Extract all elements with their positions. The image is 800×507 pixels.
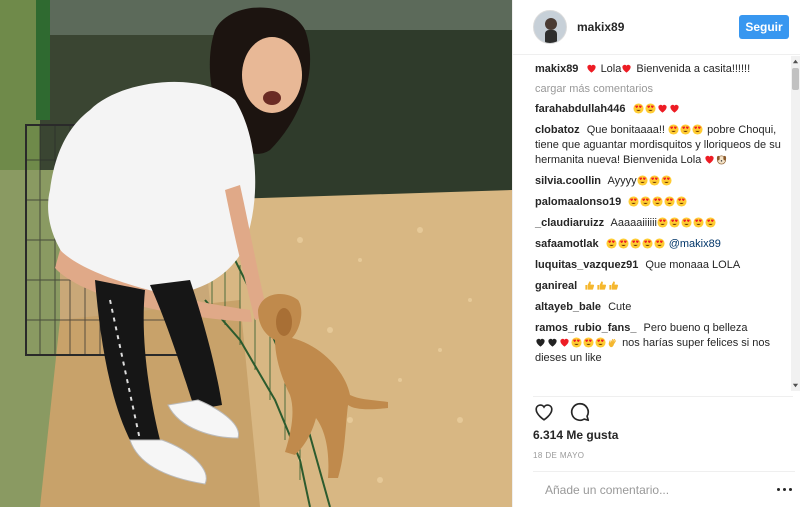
comment-item: palomaalonso19: [535, 195, 785, 210]
instagram-post: makix89 Seguir makix89 Lola Bienvenida a…: [0, 0, 800, 507]
waving-hand-emoji-icon: [608, 338, 617, 348]
comments-scrollbar[interactable]: [791, 56, 800, 391]
comment-item: ganireal: [535, 279, 785, 294]
avatar[interactable]: [533, 10, 567, 44]
scroll-up-arrow-icon[interactable]: [792, 58, 799, 65]
red-heart-icon: [657, 104, 667, 113]
comment-text: Ayyyy: [607, 175, 637, 187]
black-heart-icon: [548, 338, 557, 347]
heart-eyes-emoji-icon: [595, 337, 606, 348]
comment-mention[interactable]: @makix89: [669, 238, 721, 250]
emoji-group: [633, 103, 681, 115]
comment-item: silvia.coollin Ayyyy: [535, 174, 785, 189]
scrollbar-thumb[interactable]: [792, 68, 799, 90]
heart-eyes-emoji-icon: [668, 124, 679, 135]
load-more-comments[interactable]: cargar más comentarios: [535, 83, 785, 95]
comment-input[interactable]: [533, 477, 777, 502]
thumbs-up-emoji-icon: [585, 281, 595, 290]
comment-username[interactable]: palomaalonso19: [535, 196, 621, 208]
add-comment-section: [533, 471, 795, 507]
comment-username[interactable]: ramos_rubio_fans_: [535, 322, 636, 334]
post-header: makix89 Seguir: [513, 0, 800, 55]
thumbs-up-emoji-icon: [597, 281, 607, 290]
comment-username[interactable]: _claudiaruizz: [535, 217, 604, 229]
scroll-down-arrow-icon[interactable]: [792, 382, 799, 389]
comment-username[interactable]: safaamotlak: [535, 238, 599, 250]
comment-username[interactable]: luquitas_vazquez91: [535, 259, 638, 271]
heart-eyes-emoji-icon: [661, 175, 672, 186]
avatar-image: [534, 11, 566, 43]
photo-illustration: [0, 0, 512, 507]
comments-list[interactable]: makix89 Lola Bienvenida a casita!!!!!! c…: [513, 62, 793, 388]
caption: makix89 Lola Bienvenida a casita!!!!!!: [535, 62, 785, 77]
comment-username[interactable]: altayeb_bale: [535, 301, 601, 313]
heart-eyes-emoji-icon: [583, 337, 594, 348]
heart-eyes-emoji-icon: [676, 196, 687, 207]
red-heart-icon: [586, 64, 596, 73]
heart-eyes-emoji-icon: [642, 238, 653, 249]
heart-eyes-emoji-icon: [692, 124, 703, 135]
comment-text: Que monaaa LOLA: [645, 259, 741, 271]
comment-username[interactable]: clobatoz: [535, 124, 580, 136]
heart-eyes-emoji-icon: [649, 175, 660, 186]
comment-username[interactable]: farahabdullah446: [535, 103, 625, 115]
heart-eyes-emoji-icon: [618, 238, 629, 249]
heart-eyes-emoji-icon: [637, 175, 648, 186]
comment-item: clobatoz Que bonitaaaa!! pobre Choqui, t…: [535, 123, 785, 168]
comment-text: Pero bueno q belleza: [643, 322, 748, 334]
heart-eyes-emoji-icon: [633, 103, 644, 114]
caption-text-a: Lola: [600, 63, 622, 75]
comment-username[interactable]: ganireal: [535, 280, 577, 292]
red-heart-icon: [705, 155, 715, 164]
comment-text: Aaaaaiiiiii: [610, 217, 658, 229]
heart-eyes-emoji-icon: [681, 217, 692, 228]
more-icon[interactable]: [777, 485, 795, 495]
comment-icon[interactable]: [569, 401, 591, 423]
thumbs-up-emoji-icon: [609, 281, 619, 290]
red-heart-icon: [622, 64, 631, 73]
comment-text: Cute: [608, 301, 632, 313]
heart-eyes-emoji-icon: [680, 124, 691, 135]
comment-text: Que bonitaaaa!!: [586, 124, 665, 136]
comment-item: ramos_rubio_fans_ Pero bueno q belleza n…: [535, 321, 785, 366]
comment-item: safaamotlak @makix89: [535, 237, 785, 252]
heart-eyes-emoji-icon: [606, 238, 617, 249]
heart-eyes-emoji-icon: [640, 196, 651, 207]
red-heart-icon: [669, 104, 679, 113]
comment-item: farahabdullah446: [535, 102, 785, 117]
heart-eyes-emoji-icon: [654, 238, 665, 249]
red-heart-icon: [560, 338, 569, 347]
heart-eyes-emoji-icon: [630, 238, 641, 249]
caption-username[interactable]: makix89: [535, 63, 578, 75]
post-actions: [533, 396, 793, 424]
comment-item: luquitas_vazquez91 Que monaaa LOLA: [535, 258, 785, 273]
comment-item: altayeb_bale Cute: [535, 300, 785, 315]
heart-eyes-emoji-icon: [664, 196, 675, 207]
heart-eyes-emoji-icon: [652, 196, 663, 207]
comment-username[interactable]: silvia.coollin: [535, 175, 601, 187]
black-heart-icon: [536, 338, 545, 347]
comment-item: _claudiaruizz Aaaaaiiiiii: [535, 216, 785, 231]
dog-face-emoji-icon: [717, 155, 727, 165]
heart-eyes-emoji-icon: [571, 337, 582, 348]
heart-eyes-emoji-icon: [645, 103, 656, 114]
header-username[interactable]: makix89: [577, 20, 739, 34]
follow-button[interactable]: Seguir: [739, 15, 789, 39]
heart-eyes-emoji-icon: [628, 196, 639, 207]
heart-eyes-emoji-icon: [693, 217, 704, 228]
caption-text-b: Bienvenida a casita!!!!!!: [636, 63, 751, 75]
heart-eyes-emoji-icon: [669, 217, 680, 228]
post-date: 18 DE MAYO: [533, 451, 585, 460]
heart-icon[interactable]: [533, 401, 555, 423]
post-photo: [0, 0, 512, 507]
post-sidebar: makix89 Seguir makix89 Lola Bienvenida a…: [512, 0, 800, 507]
heart-eyes-emoji-icon: [657, 217, 668, 228]
likes-count[interactable]: 6.314 Me gusta: [533, 428, 618, 442]
heart-eyes-emoji-icon: [705, 217, 716, 228]
